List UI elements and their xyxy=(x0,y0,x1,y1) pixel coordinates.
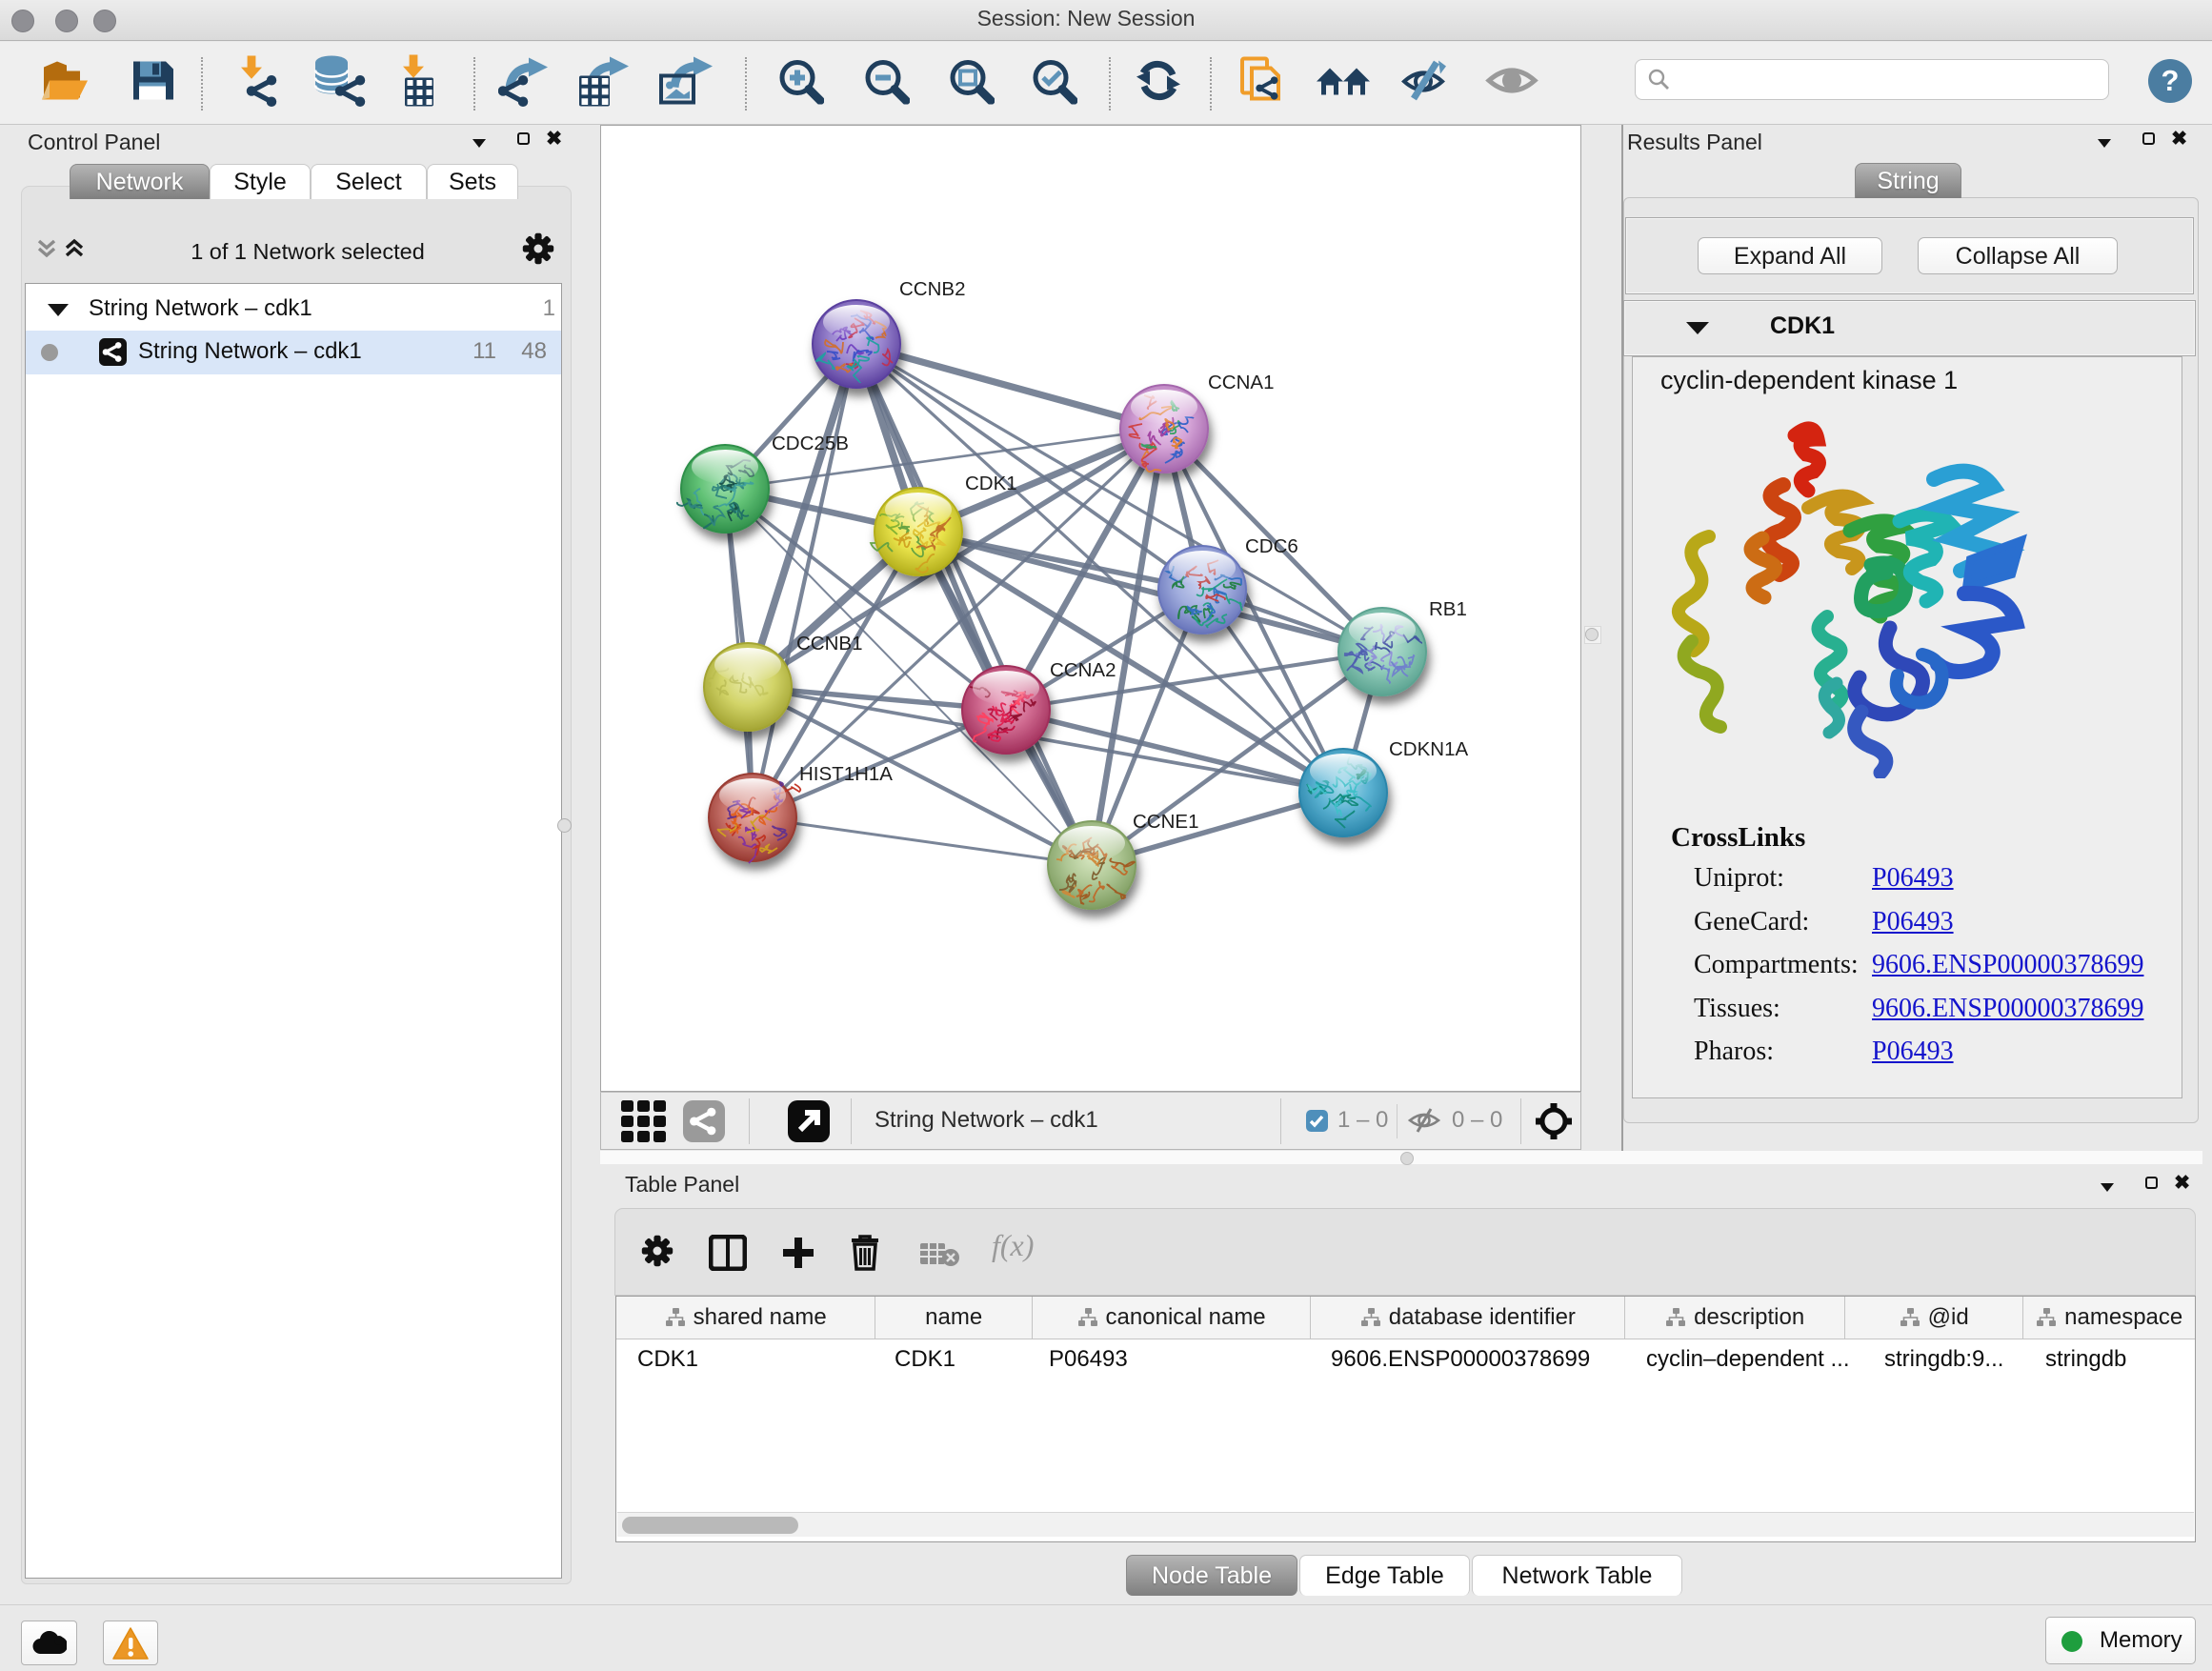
svg-text:HIST1H1A: HIST1H1A xyxy=(799,763,893,785)
svg-text:CCNE1: CCNE1 xyxy=(1133,811,1199,833)
svg-text:CDC25B: CDC25B xyxy=(772,433,849,454)
svg-text:CDKN1A: CDKN1A xyxy=(1389,738,1468,760)
svg-text:CCNA2: CCNA2 xyxy=(1050,659,1116,681)
svg-text:CCNB2: CCNB2 xyxy=(899,278,966,300)
svg-text:CCNB1: CCNB1 xyxy=(796,633,863,654)
svg-text:CDC6: CDC6 xyxy=(1245,535,1298,557)
svg-text:CDK1: CDK1 xyxy=(965,473,1017,494)
svg-text:CCNA1: CCNA1 xyxy=(1208,372,1275,393)
svg-text:RB1: RB1 xyxy=(1429,598,1467,620)
